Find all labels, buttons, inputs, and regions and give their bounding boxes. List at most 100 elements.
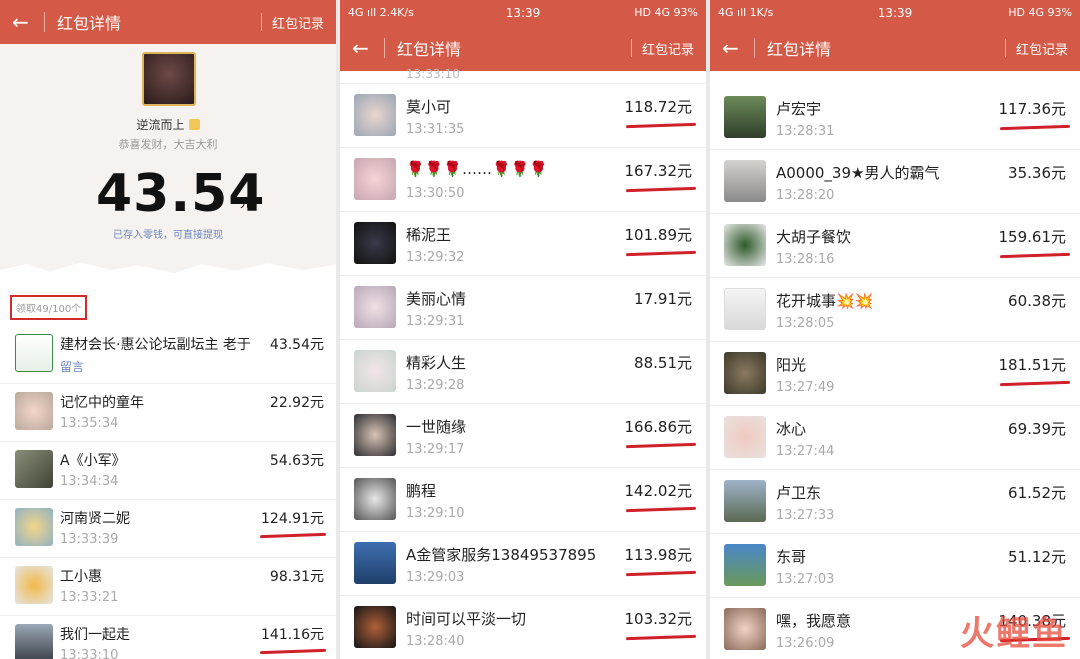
screenshot-collage: ← 红包详情 红包记录 逆流而上 恭喜发财，大吉大利 43.54 元 已存入零钱… (0, 0, 1080, 659)
highlight-underline (625, 634, 697, 641)
list-item[interactable]: 精彩人生 13:29:28 88.51元 (340, 340, 706, 404)
recipient-amount: 61.52元 (1008, 484, 1066, 502)
recipient-name: A金管家服务13849537895 (406, 546, 597, 564)
amount-unit: 元 (240, 196, 253, 210)
list-item[interactable]: 美丽心情 13:29:31 17.91元 (340, 276, 706, 340)
back-arrow-icon[interactable]: ← (722, 36, 750, 60)
avatar (354, 606, 396, 648)
record-link[interactable]: 红包记录 (1016, 39, 1068, 58)
recipient-amount: 22.92元 (269, 395, 324, 411)
recipient-name: 稀泥王 (406, 226, 452, 244)
wallet-note[interactable]: 已存入零钱，可直接提现 (0, 226, 336, 241)
list-item[interactable]: 河南贤二妮 13:33:39 124.91元 (0, 500, 336, 558)
red-packet-panel-3: 4G ıll 1K/s 13:39 HD 4G 93% ← 红包详情 红包记录 … (710, 0, 1080, 659)
recipient-list: 莫小可 13:31:35 118.72元 🌹🌹🌹……🌹🌹🌹 13:30:50 1… (340, 84, 706, 659)
list-item[interactable]: 阳光 13:27:49 181.51元 (710, 342, 1080, 406)
avatar (354, 286, 396, 328)
recipient-name: 阳光 (776, 356, 807, 374)
list-item[interactable]: 卢卫东 13:27:33 61.52元 (710, 470, 1080, 534)
recipient-amount: 118.72元 (624, 98, 693, 116)
recipient-name: 卢卫东 (776, 484, 822, 502)
highlight-underline (625, 570, 697, 577)
list-item[interactable]: 我们一起走 13:33:10 141.16元 (0, 616, 336, 659)
highlight-underline (625, 250, 697, 257)
recipient-name: 时间可以平淡一切 (406, 610, 527, 628)
recipient-time: 13:29:31 (406, 314, 465, 329)
divider (384, 38, 385, 58)
list-item[interactable]: A金管家服务13849537895 13:29:03 113.98元 (340, 532, 706, 596)
recipient-time: 13:28:20 (776, 188, 835, 203)
back-arrow-icon[interactable]: ← (12, 10, 40, 34)
back-arrow-icon[interactable]: ← (352, 36, 380, 60)
recipient-time: 13:29:28 (406, 378, 465, 393)
list-item[interactable]: 建材会长·惠公论坛副坛主 老于 留言 43.54元 (0, 326, 336, 384)
list-item[interactable]: 工小惠 13:33:21 98.31元 (0, 558, 336, 616)
list-item[interactable]: 大胡子餐饮 13:28:16 159.61元 (710, 214, 1080, 278)
avatar (724, 352, 766, 394)
recipient-time: 13:29:10 (406, 506, 465, 521)
packet-summary: 逆流而上 恭喜发财，大吉大利 43.54 元 已存入零钱，可直接提现 (0, 44, 336, 274)
list-item[interactable]: 🌹🌹🌹……🌹🌹🌹 13:30:50 167.32元 (340, 148, 706, 212)
status-bar: 4G ıll 1K/s 13:39 HD 4G 93% (710, 0, 1080, 25)
divider (1004, 39, 1006, 57)
recipient-time: 13:33:10 (60, 648, 119, 659)
recipient-time: 13:27:03 (776, 572, 835, 587)
recipient-time: 13:28:31 (776, 124, 835, 139)
recipient-name: 嘿，我愿意 (776, 612, 852, 630)
avatar (724, 160, 766, 202)
sender-name-line: 逆流而上 (0, 116, 336, 133)
recipient-amount: 88.51元 (634, 354, 692, 372)
list-item[interactable]: 卢宏宇 13:28:31 117.36元 (710, 86, 1080, 150)
recipient-amount: 166.86元 (624, 418, 693, 436)
avatar (354, 478, 396, 520)
recipient-name: 莫小可 (406, 98, 452, 116)
list-item[interactable]: 冰心 13:27:44 69.39元 (710, 406, 1080, 470)
recipient-amount: 141.16元 (261, 627, 324, 643)
recipient-time: 13:29:17 (406, 442, 465, 457)
divider (260, 13, 262, 31)
highlight-underline (999, 380, 1071, 387)
sender-avatar[interactable] (142, 52, 196, 106)
recipient-amount: 98.31元 (269, 569, 324, 585)
avatar (724, 224, 766, 266)
avatar (15, 392, 53, 430)
list-item[interactable]: 记忆中的童年 13:35:34 22.92元 (0, 384, 336, 442)
recipient-list: 卢宏宇 13:28:31 117.36元 A0000_39★男人的霸气 13:2… (710, 86, 1080, 659)
memo-link[interactable]: 留言 (60, 358, 84, 375)
avatar (724, 480, 766, 522)
list-item[interactable]: 鹏程 13:29:10 142.02元 (340, 468, 706, 532)
recipient-time: 13:35:34 (60, 416, 119, 431)
recipient-time: 13:28:16 (776, 252, 835, 267)
recipient-amount: 69.39元 (1008, 420, 1066, 438)
network-status: 4G ıll 1K/s (718, 6, 774, 19)
recipient-name: 🌹🌹🌹……🌹🌹🌹 (406, 160, 549, 178)
list-item[interactable]: 时间可以平淡一切 13:28:40 103.32元 (340, 596, 706, 659)
avatar (15, 450, 53, 488)
list-item[interactable]: 花开城事💥💥 13:28:05 60.38元 (710, 278, 1080, 342)
recipient-amount: 103.32元 (624, 610, 693, 628)
avatar (15, 334, 53, 372)
highlight-underline (999, 252, 1071, 259)
recipient-name: 鹏程 (406, 482, 437, 500)
list-item[interactable]: 东哥 13:27:03 51.12元 (710, 534, 1080, 598)
highlight-underline (999, 124, 1071, 131)
recipient-time: 13:34:34 (60, 474, 119, 489)
divider (754, 38, 755, 58)
recipient-amount: 159.61元 (998, 228, 1067, 246)
list-item[interactable]: 一世随缘 13:29:17 166.86元 (340, 404, 706, 468)
header-bar: ← 红包详情 红包记录 (340, 25, 706, 71)
recipient-name: A0000_39★男人的霸气 (776, 164, 940, 182)
avatar (15, 566, 53, 604)
list-item[interactable]: A《小军》 13:34:34 54.63元 (0, 442, 336, 500)
network-status: 4G ıll 2.4K/s (348, 6, 414, 19)
list-item[interactable]: A0000_39★男人的霸气 13:28:20 35.36元 (710, 150, 1080, 214)
record-link[interactable]: 红包记录 (642, 39, 694, 58)
list-item[interactable]: 莫小可 13:31:35 118.72元 (340, 84, 706, 148)
status-bar: 4G ıll 2.4K/s 13:39 HD 4G 93% (340, 0, 706, 25)
recipient-time: 13:29:32 (406, 250, 465, 265)
record-link[interactable]: 红包记录 (272, 13, 324, 32)
recipient-time: 13:29:03 (406, 570, 465, 585)
list-item[interactable]: 稀泥王 13:29:32 101.89元 (340, 212, 706, 276)
recipient-list: 建材会长·惠公论坛副坛主 老于 留言 43.54元 记忆中的童年 13:35:3… (0, 326, 336, 659)
header-bar: ← 红包详情 红包记录 (0, 0, 336, 44)
